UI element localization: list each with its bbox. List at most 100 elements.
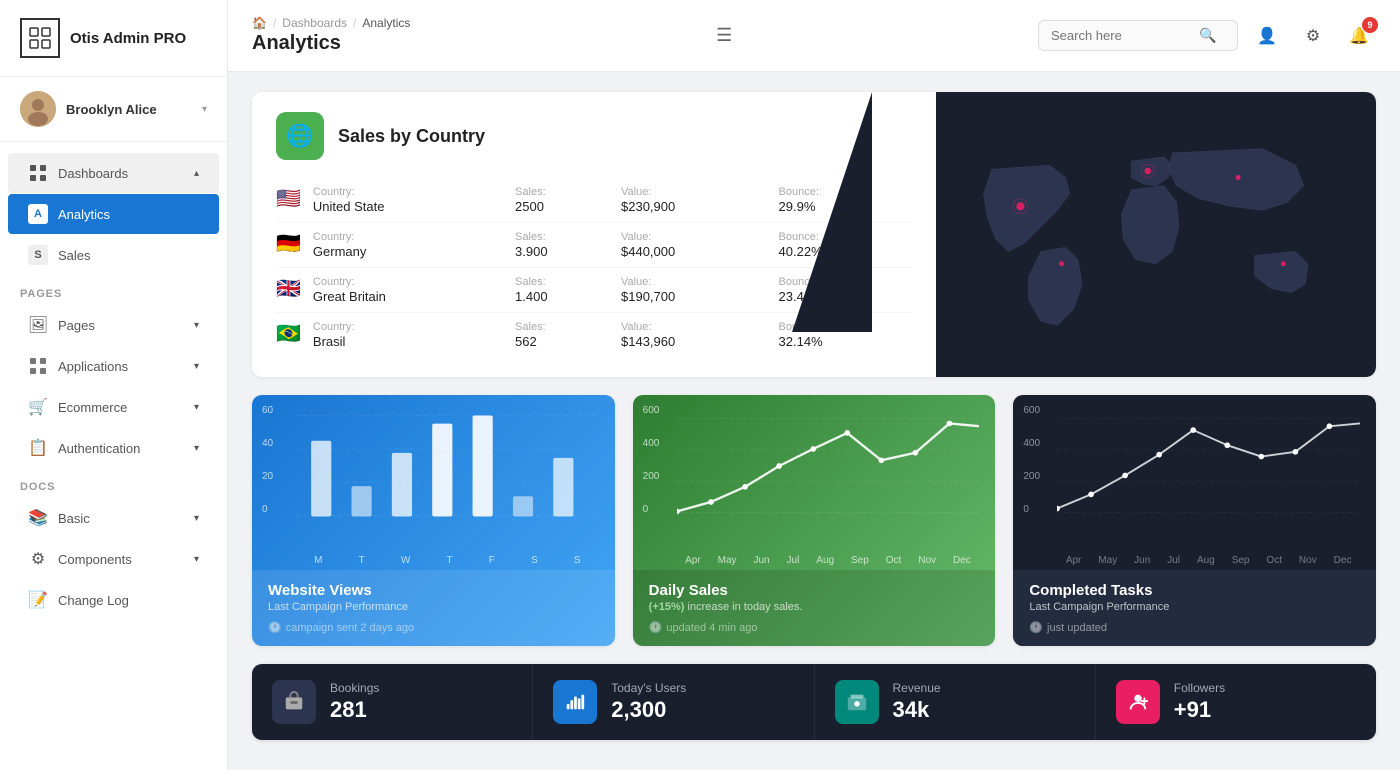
table-row: 🇬🇧 Country:Great Britain Sales:1.400 Val… (276, 268, 912, 313)
ct-sep: Sep (1232, 555, 1250, 566)
x-label-t2: T (447, 555, 453, 566)
completed-tasks-info: Completed Tasks Last Campaign Performanc… (1013, 570, 1376, 646)
revenue-icon-box (835, 680, 879, 724)
user-profile[interactable]: Brooklyn Alice ▾ (0, 77, 227, 142)
completed-tasks-footer: 🕐 just updated (1029, 621, 1360, 634)
ct-apr: Apr (1066, 555, 1082, 566)
sidebar-item-authentication[interactable]: 📋 Authentication ▾ (8, 428, 219, 468)
line-chart-svg-green (677, 411, 980, 521)
website-views-info: Website Views Last Campaign Performance … (252, 570, 615, 646)
breadcrumb-sep-1: / (273, 16, 276, 30)
clock-icon: 🕐 (268, 621, 282, 634)
chevron-down-apps-icon: ▾ (194, 361, 199, 372)
world-map: .land { fill: #2d3450; stroke: #3d4460; … (936, 92, 1376, 377)
globe-icon-box: 🌐 (276, 112, 324, 160)
website-views-title: Website Views (268, 582, 599, 599)
breadcrumb-dashboards[interactable]: Dashboards (282, 16, 347, 30)
x-label-f: F (489, 555, 495, 566)
sidebar-item-components[interactable]: ⚙ Components ▾ (8, 539, 219, 579)
ct-may: May (1098, 555, 1117, 566)
changelog-icon: 📝 (28, 590, 48, 610)
bounce-label-1: Bounce: (779, 186, 900, 198)
website-views-chart: 60 40 20 0 (252, 395, 615, 555)
header: 🏠 / Dashboards / Analytics Analytics ☰ 🔍… (228, 0, 1400, 72)
daily-sales-card: 600 400 200 0 (633, 395, 996, 646)
profile-button[interactable]: 👤 (1250, 19, 1284, 53)
sidebar-item-ecommerce-label: Ecommerce (58, 400, 184, 415)
settings-button[interactable]: ⚙ (1296, 19, 1330, 53)
ct-y-200: 200 (1023, 471, 1040, 482)
table-row: 🇺🇸 Country:United State Sales:2500 Value… (276, 178, 912, 223)
hamburger-button[interactable]: ☰ (708, 21, 740, 50)
charts-row: 60 40 20 0 (252, 395, 1376, 646)
search-box[interactable]: 🔍 (1038, 20, 1238, 51)
daily-sales-title: Daily Sales (649, 582, 980, 599)
sidebar-item-pages[interactable]: 🖼 Pages ▾ (8, 305, 219, 345)
revenue-value: 34k (893, 697, 941, 723)
ds-dec: Dec (953, 555, 971, 566)
header-center: ☰ (708, 21, 740, 50)
sidebar-item-applications-label: Applications (58, 359, 184, 374)
clock-icon-ds: 🕐 (649, 621, 663, 634)
sales-value-1: 2500 (515, 199, 609, 214)
ds-y-0: 0 (643, 504, 660, 515)
sales-by-country-card: 🌐 Sales by Country 🇺🇸 Country:United Sta… (252, 92, 1376, 377)
notifications-button[interactable]: 🔔 9 (1342, 19, 1376, 53)
y-label-20: 20 (262, 471, 273, 482)
sidebar-item-dashboards-label: Dashboards (58, 166, 184, 181)
x-label-s1: S (531, 555, 538, 566)
chevron-down-auth-icon: ▾ (194, 443, 199, 454)
sidebar-item-sales[interactable]: S Sales (8, 235, 219, 275)
completed-tasks-chart: 600 400 200 0 (1013, 395, 1376, 555)
y-label-40: 40 (262, 438, 273, 449)
followers-info: Followers +91 (1174, 681, 1225, 723)
bookings-info: Bookings 281 (330, 681, 379, 723)
sidebar-item-components-label: Components (58, 552, 184, 567)
value-value-2: $440,000 (621, 244, 767, 259)
chevron-down-ecommerce-icon: ▾ (194, 402, 199, 413)
sales-value-2: 3.900 (515, 244, 609, 259)
website-views-card: 60 40 20 0 (252, 395, 615, 646)
ct-jun: Jun (1134, 555, 1150, 566)
ds-jun: Jun (753, 555, 769, 566)
sidebar-item-dashboards[interactable]: Dashboards ▴ (8, 153, 219, 193)
daily-sales-subtitle: (+15%) increase in today sales. (649, 601, 980, 613)
ds-apr: Apr (685, 555, 701, 566)
bookings-value: 281 (330, 697, 379, 723)
docs-section-label: DOCS (0, 469, 227, 497)
x-label-w: W (401, 555, 410, 566)
sidebar: Otis Admin PRO Brooklyn Alice ▾ Dashboar… (0, 0, 228, 770)
completed-tasks-card: 600 400 200 0 (1013, 395, 1376, 646)
stats-row: Bookings 281 Today's Users 2,300 Reven (252, 664, 1376, 740)
bookings-icon-box (272, 680, 316, 724)
sales-label-1: Sales: (515, 186, 609, 198)
ct-y-600: 600 (1023, 405, 1040, 416)
basic-icon: 📚 (28, 508, 48, 528)
sales-sub-icon: S (28, 245, 48, 265)
users-icon-box (553, 680, 597, 724)
sidebar-item-basic[interactable]: 📚 Basic ▾ (8, 498, 219, 538)
ds-oct: Oct (886, 555, 902, 566)
sales-country-title: Sales by Country (338, 126, 485, 147)
ds-y-200: 200 (643, 471, 660, 482)
ecommerce-icon: 🛒 (28, 397, 48, 417)
sidebar-item-analytics[interactable]: A Analytics (8, 194, 219, 234)
users-value: 2,300 (611, 697, 686, 723)
authentication-icon: 📋 (28, 438, 48, 458)
home-icon[interactable]: 🏠 (252, 16, 267, 30)
y-label-0: 0 (262, 504, 273, 515)
stat-users: Today's Users 2,300 (533, 664, 814, 740)
ds-aug: Aug (816, 555, 834, 566)
chevron-down-comp-icon: ▾ (194, 554, 199, 565)
sidebar-item-changelog-label: Change Log (58, 593, 199, 608)
sidebar-item-applications[interactable]: Applications ▾ (8, 346, 219, 386)
country-label-1: Country: (313, 186, 503, 198)
sidebar-item-ecommerce[interactable]: 🛒 Ecommerce ▾ (8, 387, 219, 427)
sidebar-item-changelog[interactable]: 📝 Change Log (8, 580, 219, 620)
username: Brooklyn Alice (66, 102, 192, 117)
bookings-label: Bookings (330, 681, 379, 695)
search-input[interactable] (1051, 28, 1191, 43)
line-chart-svg-dark (1057, 411, 1360, 521)
stat-followers: Followers +91 (1096, 664, 1376, 740)
ct-y-400: 400 (1023, 438, 1040, 449)
